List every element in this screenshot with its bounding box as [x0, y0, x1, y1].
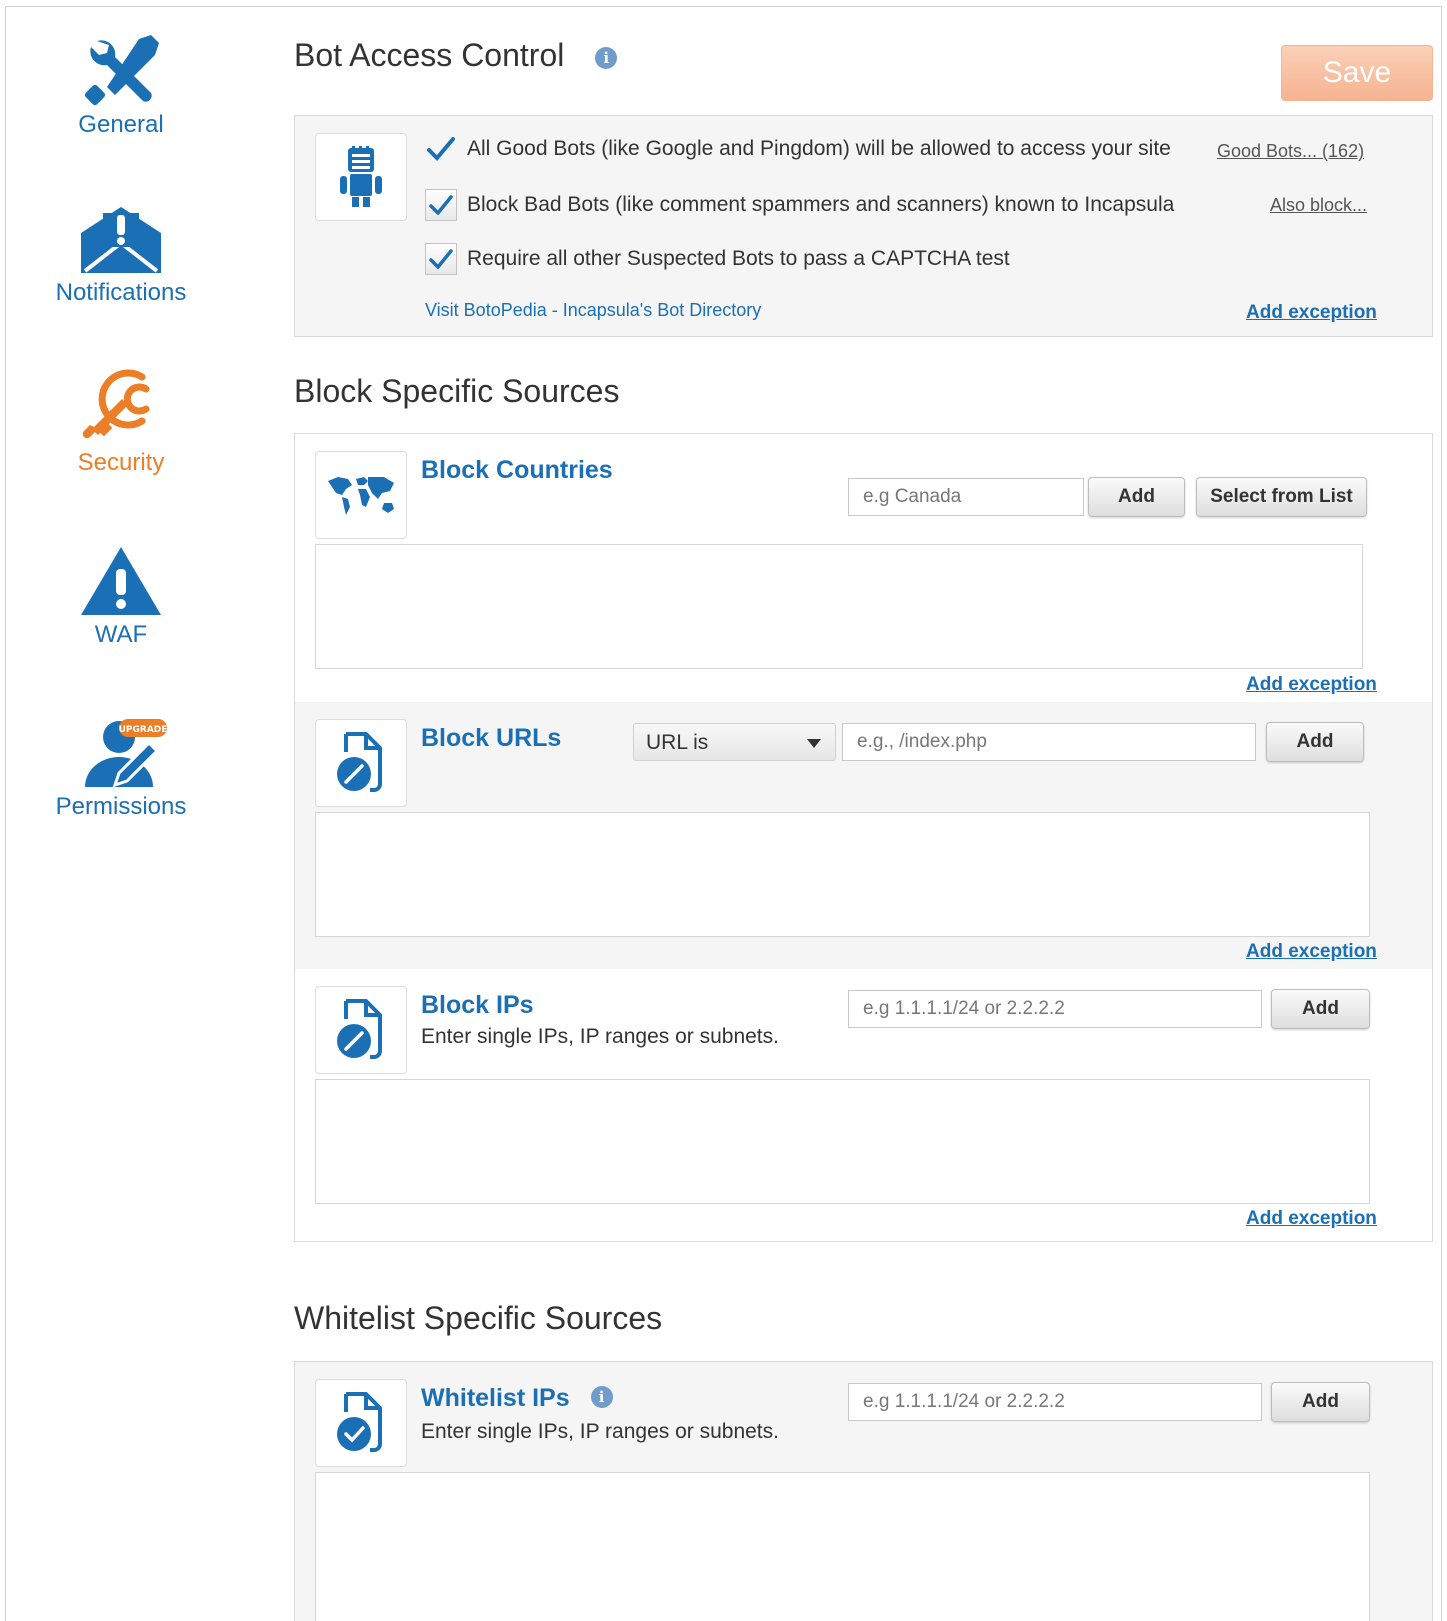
chevron-down-icon: [807, 739, 821, 748]
add-url-button[interactable]: Add: [1266, 722, 1364, 762]
info-icon[interactable]: i: [590, 1386, 613, 1408]
sidebar-item-label: Notifications: [55, 279, 187, 306]
add-exception-link[interactable]: Add exception: [1246, 1208, 1377, 1230]
sidebar-item-security[interactable]: Security: [6, 369, 236, 477]
checkmark-icon: [429, 249, 453, 269]
url-condition-select[interactable]: URL is: [633, 723, 836, 761]
good-bots-text: All Good Bots (like Google and Pingdom) …: [467, 137, 1171, 160]
sidebar-item-notifications[interactable]: Notifications: [6, 203, 236, 307]
sidebar-item-label: WAF: [94, 621, 148, 648]
bad-bots-row: Block Bad Bots (like comment spammers an…: [425, 189, 1174, 221]
sidebar-item-label: Security: [77, 449, 165, 476]
page-title: Bot Access Control: [294, 37, 565, 73]
captcha-checkbox[interactable]: [425, 243, 457, 275]
whitelist-title-row: Whitelist IPs i: [421, 1384, 613, 1413]
good-bots-link[interactable]: Good Bots... (162): [1217, 141, 1364, 162]
whitelist-ips-description: Enter single IPs, IP ranges or subnets.: [421, 1420, 779, 1443]
add-whitelist-ip-button[interactable]: Add: [1271, 1382, 1370, 1422]
also-block-link[interactable]: Also block...: [1270, 195, 1367, 216]
botopedia-link[interactable]: Visit BotoPedia - Incapsula's Bot Direct…: [425, 300, 761, 321]
add-exception-link[interactable]: Add exception: [1246, 941, 1377, 963]
add-country-button[interactable]: Add: [1088, 477, 1185, 517]
blocked-document-icon: [337, 732, 382, 792]
add-ip-button[interactable]: Add: [1271, 989, 1370, 1029]
save-button[interactable]: Save: [1281, 45, 1433, 101]
security-key-icon: [82, 369, 150, 439]
section-title: Whitelist Specific Sources: [294, 1300, 663, 1336]
captcha-text: Require all other Suspected Bots to pass…: [467, 247, 1010, 270]
sidebar-item-permissions[interactable]: UPGRADE Permissions: [6, 713, 236, 821]
bot-access-panel: All Good Bots (like Google and Pingdom) …: [294, 115, 1433, 337]
sidebar: General Notifications Security WAF UPGRA…: [6, 7, 236, 1621]
countries-list-box[interactable]: [315, 544, 1363, 669]
bad-bots-checkbox[interactable]: [425, 189, 457, 221]
block-countries-title: Block Countries: [421, 456, 613, 484]
envelope-alert-icon: [81, 207, 161, 273]
url-input[interactable]: [842, 723, 1256, 761]
sidebar-item-general[interactable]: General: [6, 35, 236, 139]
whitelist-icon-box: [315, 1379, 407, 1467]
whitelist-panel: Whitelist IPs i Enter single IPs, IP ran…: [294, 1361, 1433, 1621]
block-ip-input[interactable]: [848, 990, 1262, 1028]
countries-icon-box: [315, 451, 407, 539]
checkmark-icon: [429, 195, 453, 215]
page-title-row: Bot Access Control i: [294, 37, 618, 74]
select-from-list-button[interactable]: Select from List: [1196, 477, 1367, 517]
checkmark-icon: [425, 137, 457, 161]
sidebar-item-label: General: [78, 111, 164, 138]
robot-icon: [340, 146, 382, 207]
ips-icon-box: [315, 986, 407, 1074]
whitelist-list-box[interactable]: [315, 1472, 1370, 1621]
tools-icon: [84, 35, 159, 106]
page-frame: General Notifications Security WAF UPGRA…: [5, 6, 1442, 1621]
world-map-icon: [328, 477, 394, 515]
good-bots-row: All Good Bots (like Google and Pingdom) …: [425, 137, 1171, 161]
block-ips-title: Block IPs: [421, 991, 534, 1019]
urls-list-box[interactable]: [315, 812, 1370, 937]
block-ips-description: Enter single IPs, IP ranges or subnets.: [421, 1025, 779, 1048]
approved-document-icon: [337, 1392, 382, 1452]
ips-list-box[interactable]: [315, 1079, 1370, 1204]
upgrade-badge: UPGRADE: [119, 725, 168, 735]
user-edit-icon: UPGRADE: [85, 719, 168, 788]
sidebar-item-label: Permissions: [55, 793, 187, 820]
whitelist-ips-title: Whitelist IPs: [421, 1384, 570, 1412]
warning-triangle-icon: [81, 547, 161, 615]
blocked-document-icon: [337, 999, 382, 1059]
url-condition-value: URL is: [646, 731, 709, 754]
add-exception-link[interactable]: Add exception: [1246, 302, 1377, 324]
country-input[interactable]: [848, 478, 1084, 516]
add-exception-link[interactable]: Add exception: [1246, 674, 1377, 696]
captcha-row: Require all other Suspected Bots to pass…: [425, 243, 1010, 275]
bot-icon-box: [315, 133, 407, 221]
whitelist-ip-input[interactable]: [848, 1383, 1262, 1421]
info-icon[interactable]: i: [595, 46, 618, 69]
urls-icon-box: [315, 719, 407, 807]
sidebar-item-waf[interactable]: WAF: [6, 545, 236, 649]
block-urls-title: Block URLs: [421, 724, 562, 752]
section-title: Block Specific Sources: [294, 373, 620, 409]
block-sources-panel: Block Countries Add Select from List Add…: [294, 433, 1433, 1242]
bad-bots-text: Block Bad Bots (like comment spammers an…: [467, 193, 1175, 216]
